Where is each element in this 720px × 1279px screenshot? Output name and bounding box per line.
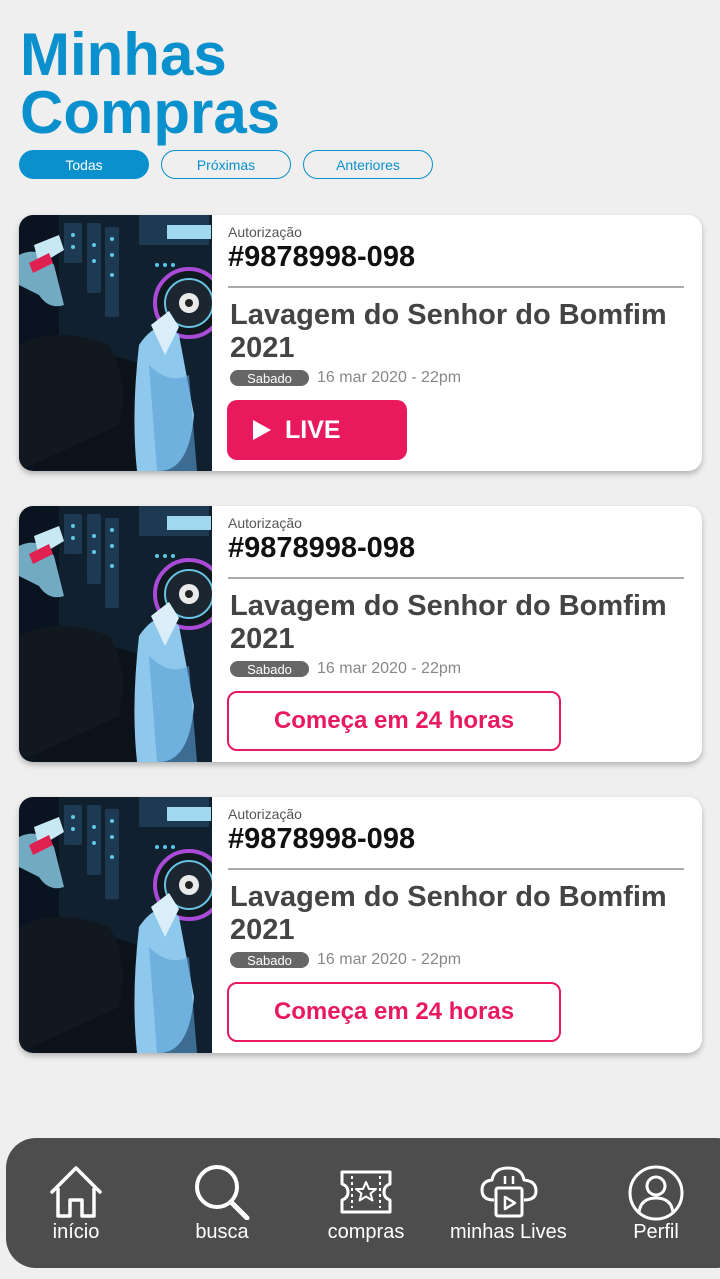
live-button[interactable]: LIVE [227, 400, 407, 460]
page-title: Minhas Compras [20, 25, 280, 143]
search-icon [195, 1165, 250, 1220]
authorization-label: Autorização [228, 224, 302, 240]
tab-proximas[interactable]: Próximas [161, 150, 291, 179]
live-button-label: LIVE [285, 416, 341, 444]
nav-item-inicio[interactable]: início [42, 1138, 110, 1268]
home-icon [50, 1166, 102, 1218]
page-title-line-2: Compras [20, 79, 281, 146]
authorization-number: #9878998-098 [228, 823, 416, 855]
nav-label: Perfil [633, 1221, 679, 1243]
profile-icon [628, 1165, 684, 1221]
page-title-line-1: Minhas [20, 21, 227, 88]
divider [228, 868, 684, 870]
ticket-icon [340, 1170, 392, 1214]
event-image [19, 797, 212, 1053]
nav-label: busca [195, 1221, 249, 1243]
day-badge: Sabado [230, 952, 309, 968]
purchase-card[interactable]: Autorização #9878998-098 Lavagem do Senh… [19, 215, 702, 471]
live-cloud-icon [480, 1166, 538, 1218]
bottom-nav: início busca compras minhas Lives Perfil [6, 1138, 720, 1268]
event-image [19, 215, 212, 471]
authorization-number: #9878998-098 [228, 241, 416, 273]
nav-item-minhas-lives[interactable]: minhas Lives [450, 1138, 567, 1268]
day-badge: Sabado [230, 661, 309, 677]
event-title: Lavagem do Senhor do Bomfim 2021 [230, 590, 667, 655]
authorization-label: Autorização [228, 806, 302, 822]
divider [228, 577, 684, 579]
authorization-label: Autorização [228, 515, 302, 531]
event-title: Lavagem do Senhor do Bomfim 2021 [230, 881, 667, 946]
event-date: 16 mar 2020 - 22pm [317, 951, 462, 968]
play-icon [253, 420, 271, 440]
starts-in-button[interactable]: Começa em 24 horas [227, 982, 561, 1042]
event-image [19, 506, 212, 762]
purchase-card[interactable]: Autorização #9878998-098 Lavagem do Senh… [19, 506, 702, 762]
nav-label: minhas Lives [450, 1221, 567, 1243]
nav-item-compras[interactable]: compras [324, 1138, 408, 1268]
nav-item-perfil[interactable]: Perfil [622, 1138, 690, 1268]
divider [228, 286, 684, 288]
nav-label: compras [327, 1221, 405, 1243]
event-date: 16 mar 2020 - 22pm [317, 660, 462, 677]
starts-in-button[interactable]: Começa em 24 horas [227, 691, 561, 751]
day-badge: Sabado [230, 370, 309, 386]
event-date: 16 mar 2020 - 22pm [317, 369, 462, 386]
event-title: Lavagem do Senhor do Bomfim 2021 [230, 299, 667, 364]
tab-anteriores[interactable]: Anteriores [303, 150, 433, 179]
tab-todas[interactable]: Todas [19, 150, 149, 179]
nav-item-busca[interactable]: busca [186, 1138, 258, 1268]
authorization-number: #9878998-098 [228, 532, 416, 564]
purchase-card[interactable]: Autorização #9878998-098 Lavagem do Senh… [19, 797, 702, 1053]
nav-label: início [52, 1221, 100, 1243]
